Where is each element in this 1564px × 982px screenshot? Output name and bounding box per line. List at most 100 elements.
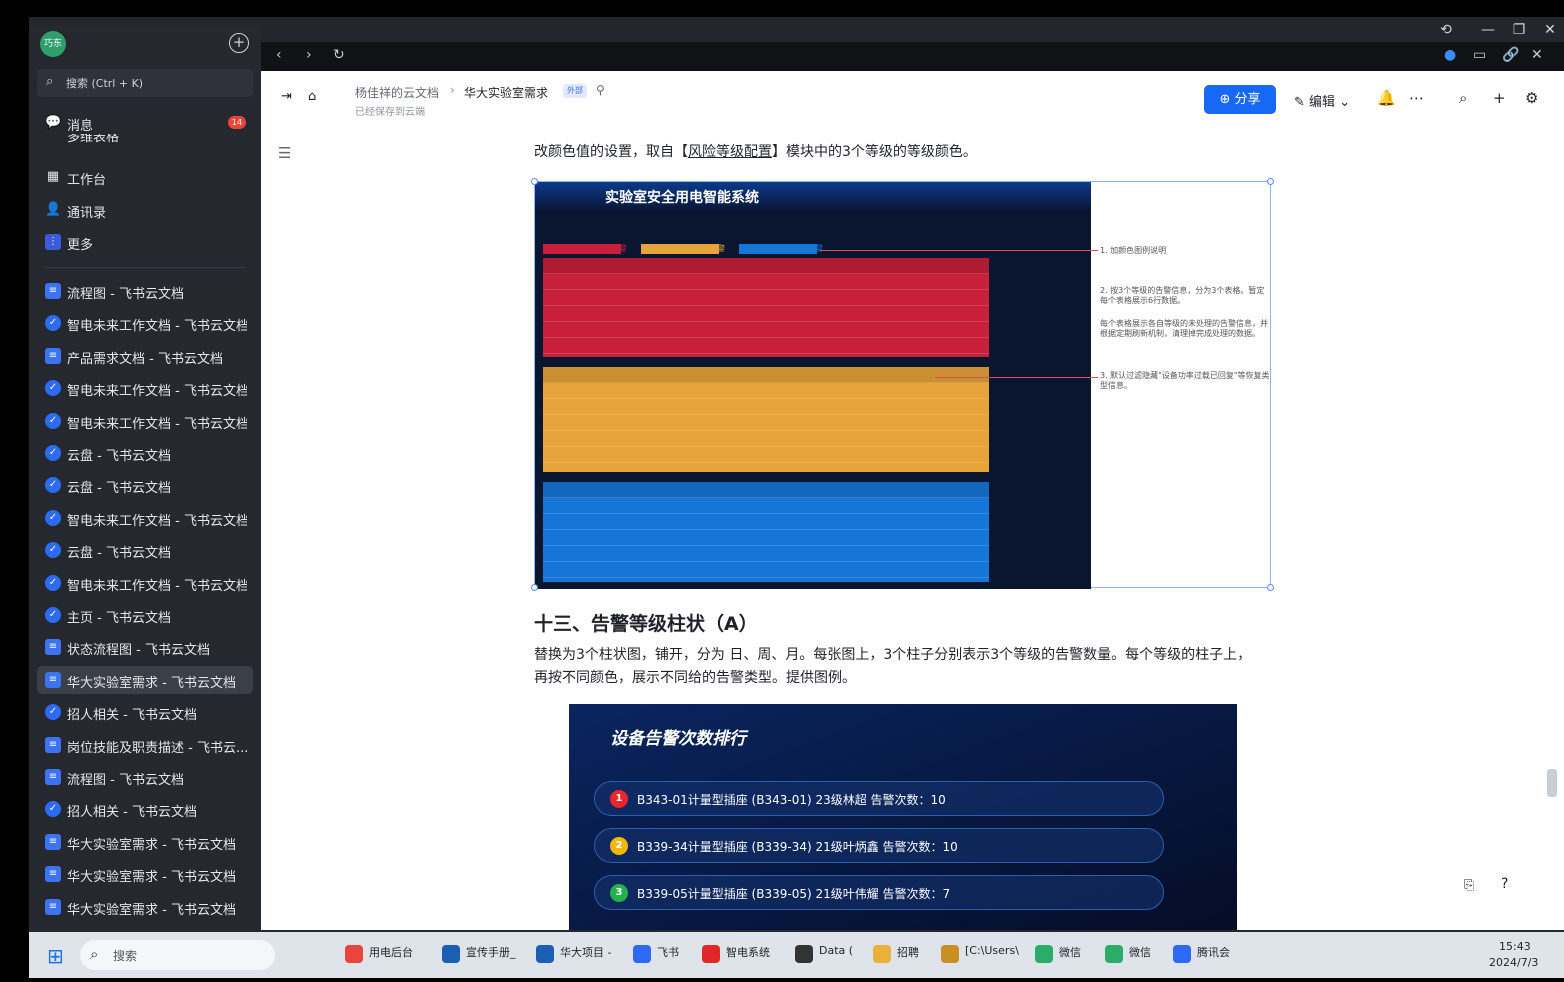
resize-handle[interactable] [1267,584,1274,591]
taskbar-app-icon[interactable] [702,945,720,963]
taskbar-app-label[interactable]: 腾讯会 [1197,944,1230,960]
taskbar-app-label[interactable]: [C:\Users\ [965,944,1019,957]
history-icon[interactable]: ⟲ [1435,19,1457,41]
resize-handle[interactable] [531,178,538,185]
search-input[interactable]: ⌕ 搜索 (Ctrl + K) [37,69,253,97]
sidebar-doc-item[interactable]: ✓ 智电未来工作文档 - 飞书云文档 [37,309,253,337]
edit-button[interactable]: ✎ 编辑 ⌄ [1294,91,1350,110]
doc-window: ‹ › ↻ ● ▭ 🔗 ✕ ⇥ ⌂ 杨佳祥的云文档 › 华大实验室需求 外部 ⚲… [261,42,1564,930]
page-icon[interactable]: ⎘ [1464,878,1474,893]
sidebar-item-bitable[interactable]: 多维表格 [37,134,253,148]
sidebar-item-label: 智电未来工作文档 - 飞书云文档 [67,578,247,594]
taskbar-app-icon[interactable] [1035,945,1053,963]
taskbar-app-icon[interactable] [442,945,460,963]
close-icon[interactable]: ✕ [1531,47,1543,63]
avatar[interactable]: 巧东 [40,31,66,57]
gear-icon[interactable]: ⚙ [1525,89,1538,107]
feishu-icon: ✓ [45,607,61,623]
start-icon[interactable]: ⊞ [47,944,64,968]
rank-text: B339-34计量型插座 (B339-34) 21级叶炳鑫 告警次数：10 [637,840,958,854]
sidebar-doc-item[interactable]: ✓ 智电未来工作文档 - 飞书云文档 [37,407,253,435]
doc-content[interactable]: ☰ 改颜色值的设置，取自【风险等级配置】模块中的3个等级的等级颜色。 实验室安全… [261,126,1564,930]
sidebar-doc-item[interactable]: ≡ 华大实验室需求 - 飞书云文档 [37,665,253,694]
sidebar-doc-item[interactable]: ✓ 招人相关 - 飞书云文档 [37,698,253,726]
sidebar-doc-item[interactable]: ✓ 智电未来工作文档 - 飞书云文档 [37,374,253,402]
taskbar-app-icon[interactable] [633,945,651,963]
refresh-icon[interactable]: ↻ [333,47,345,63]
sidebar-doc-item[interactable]: ✓ 主页 - 飞书云文档 [37,601,253,629]
taskbar-app-icon[interactable] [1173,945,1191,963]
rank-number: 1 [610,790,628,808]
forward-icon[interactable]: › [306,47,312,63]
resize-handle[interactable] [1267,178,1274,185]
sidebar-toggle-icon[interactable]: ⇥ [281,89,292,104]
taskbar-app-label[interactable]: 微信 [1129,944,1151,960]
screen: ⟲ — ❐ ✕ 巧东 + ⌕ 搜索 (Ctrl + K) 💬 消息 14 多维表… [0,0,1564,982]
taskbar-app-label[interactable]: Data ( [819,944,853,957]
sidebar-doc-item[interactable]: ≡ 华大实验室需求 - 飞书云文档 [37,828,253,856]
sidebar-doc-item[interactable]: ✓ 智电未来工作文档 - 飞书云文档 [37,504,253,532]
feishu-icon: ✓ [45,542,61,559]
share-button[interactable]: ⊕ 分享 [1204,85,1276,114]
taskbar-app-label[interactable]: 华大项目 - [560,944,611,960]
taskbar-app-icon[interactable] [873,945,891,963]
pin-icon[interactable]: ⚲ [596,83,605,97]
search-icon[interactable]: ⌕ [1459,89,1467,107]
more-icon[interactable]: ⋯ [1409,89,1424,107]
taskbar-app-label[interactable]: 招聘 [897,944,919,960]
sidebar-doc-item[interactable]: ✓ 云盘 - 飞书云文档 [37,536,253,564]
embedded-screenshot-dashboard[interactable]: 实验室安全用电智能系统 一级告警 二级告警 三级告警 1. 加颜色图例说明 2.… [531,178,1274,591]
pencil-icon: ✎ [1294,95,1305,110]
window-icon[interactable]: ▭ [1473,47,1486,63]
sidebar-doc-item[interactable]: ≡ 流程图 - 飞书云文档 [37,277,253,305]
taskbar-app-label[interactable]: 智电系统 [726,944,770,960]
table-row [543,258,989,274]
outline-icon[interactable]: ☰ [278,144,291,162]
help-icon[interactable]: ? [1501,876,1508,892]
plus-icon[interactable]: + [1493,89,1506,107]
taskbar-search[interactable]: ⌕ 搜索 [80,940,275,970]
breadcrumb-root[interactable]: 杨佳祥的云文档 [355,84,439,101]
sidebar-item-workbench[interactable]: ▦ 工作台 [37,163,253,191]
resize-handle[interactable] [531,584,538,591]
restore-icon[interactable]: ❐ [1508,19,1530,41]
taskbar-app-icon[interactable] [795,945,813,963]
minimize-icon[interactable]: — [1477,19,1499,41]
taskbar-app-icon[interactable] [536,945,554,963]
back-icon[interactable]: ‹ [276,47,282,63]
feishu-logo-icon[interactable]: ● [1444,47,1456,63]
sidebar-doc-item[interactable]: ≡ 产品需求文档 - 飞书云文档 [37,342,253,370]
embedded-screenshot-ranking[interactable]: 设备告警次数排行 1 B343-01计量型插座 (B343-01) 23级林超 … [569,704,1237,930]
close-icon[interactable]: ✕ [1539,19,1561,41]
sidebar-doc-item[interactable]: ✓ 云盘 - 飞书云文档 [37,439,253,467]
link-icon[interactable]: 🔗 [1502,47,1519,63]
taskbar-app-label[interactable]: 飞书 [657,944,679,960]
sidebar-item-messages[interactable]: 💬 消息 [37,109,253,137]
breadcrumb-current[interactable]: 华大实验室需求 [464,84,548,101]
sidebar-doc-item[interactable]: ✓ 智电未来工作文档 - 飞书云文档 [37,569,253,597]
add-button[interactable]: + [229,33,249,53]
taskbar-app-icon[interactable] [345,945,363,963]
risk-level-link[interactable]: 风险等级配置 [688,144,772,160]
sidebar-doc-item[interactable]: ✓ 招人相关 - 飞书云文档 [37,795,253,823]
taskbar-app-icon[interactable] [1105,945,1123,963]
sidebar-doc-item[interactable]: ≡ 岗位技能及职责描述 - 飞书云... [37,731,253,759]
scrollbar-thumb[interactable] [1547,769,1557,797]
sidebar-item-contacts[interactable]: 👤 通讯录 [37,196,253,224]
taskbar-app-label[interactable]: 用电后台 [369,944,413,960]
taskbar-app-label[interactable]: 微信 [1059,944,1081,960]
taskbar-app-icon[interactable] [941,945,959,963]
sidebar-item-label: 智电未来工作文档 - 飞书云文档 [67,384,247,400]
annotation-2b: 每个表格展示各自等级的未处理的告警信息，并根据定期刷新机制，清理掉完成处理的数据… [1100,319,1268,338]
home-icon[interactable]: ⌂ [308,89,316,104]
sidebar-item-more[interactable]: ⋮ 更多 [37,228,253,256]
sidebar-doc-item[interactable]: ≡ 流程图 - 飞书云文档 [37,763,253,791]
sidebar-doc-item[interactable]: ≡ 华大实验室需求 - 飞书云文档 [37,893,253,921]
sidebar-doc-item[interactable]: ✓ 云盘 - 飞书云文档 [37,471,253,499]
sidebar-doc-item[interactable]: ≡ 状态流程图 - 飞书云文档 [37,633,253,661]
table-row [543,367,989,383]
sidebar-doc-item[interactable]: ≡ 华大实验室需求 - 飞书云文档 [37,860,253,888]
dashboard-title: 实验室安全用电智能系统 [605,190,759,206]
taskbar-app-label[interactable]: 宣传手册_ [466,944,516,960]
bell-icon[interactable]: 🔔 [1377,89,1396,107]
